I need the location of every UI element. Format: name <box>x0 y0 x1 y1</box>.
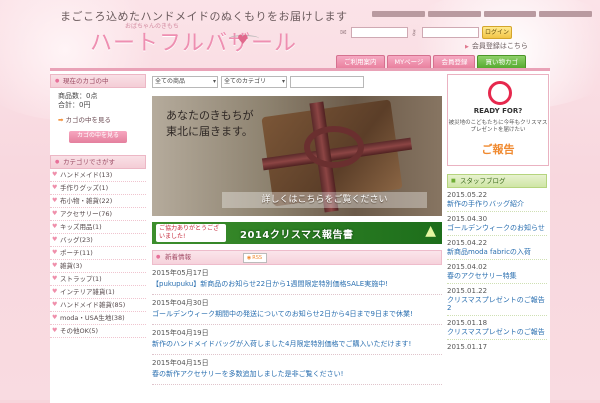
logo-subtitle: おばちゃんのきもち <box>125 23 179 30</box>
banner-title: 2014クリスマス報告書 <box>240 230 354 241</box>
news-list: 2015年05月17日 【pukupuku】新商品のお知らせ22日から1週間限定… <box>152 267 442 385</box>
logo-title: ハートフルバザール <box>90 31 298 56</box>
blog-link[interactable]: クリスマスプレゼントのご報告2 <box>447 296 547 316</box>
nav-cart[interactable]: 買い物カゴ <box>477 55 526 69</box>
banner-thanks: ご協力ありがとうございました! <box>156 224 226 242</box>
blog-date: 2015.04.02 <box>447 263 488 271</box>
hero-line1: あなたのきもちが <box>166 109 254 122</box>
site-tagline: まごころ込めたハンドメイドのぬくもりをお届けします <box>60 10 348 23</box>
main-content: 現在のカゴの中 商品数：0点 合計：0円 ➡カゴの中を見る カゴの中を見る カテ… <box>50 68 550 403</box>
blog-date: 2015.05.22 <box>447 191 488 199</box>
category-item[interactable]: 手作りグッズ(1) <box>50 182 146 195</box>
category-item[interactable]: ストラップ(1) <box>50 273 146 286</box>
nav-guide[interactable]: ご利用案内 <box>336 55 385 69</box>
readyfor-banner[interactable]: READY FOR? 被災地のこどもたちに今年もクリスマスプレゼントを届けたい … <box>447 74 549 166</box>
blog-link[interactable]: 春のアクセサリー特集 <box>447 272 547 284</box>
category-item[interactable]: 雑貨(3) <box>50 260 146 273</box>
center-column: 全ての商品 全てのカテゴリ あなたのきもちが 東北に届きます。 詳しくはこちらを… <box>152 76 442 387</box>
heart-icon: ♥ <box>237 33 249 48</box>
register-link[interactable]: 会員登録はこちら <box>465 41 528 51</box>
top-links[interactable] <box>372 11 592 17</box>
category-item[interactable]: ポーチ(11) <box>50 247 146 260</box>
site-logo[interactable]: おばちゃんのきもち ハートフルバザール ♥ <box>90 23 298 57</box>
category-item[interactable]: moda・USA生地(38) <box>50 312 146 325</box>
news-date: 2015年05月17日 <box>152 269 209 277</box>
login-form: ✉ ⚷ ログイン <box>340 26 512 39</box>
cart-count: 商品数：0点 <box>58 92 98 100</box>
key-icon: ⚷ <box>411 27 417 37</box>
news-title: 新着情報 <box>156 251 191 264</box>
news-date: 2015年04月19日 <box>152 329 209 337</box>
readyfor-desc: 被災地のこどもたちに今年もクリスマスプレゼントを届けたい <box>448 120 548 133</box>
category-heading: カテゴリでさがす <box>50 155 146 169</box>
email-input[interactable] <box>351 27 408 38</box>
global-nav: ご利用案内 MYページ 会員登録 買い物カゴ <box>336 55 526 69</box>
rss-button[interactable]: ◉RSS <box>243 253 267 263</box>
blog-date: 2015.01.18 <box>447 319 488 327</box>
category-item[interactable]: アクセサリー(76) <box>50 208 146 221</box>
blog-date: 2015.04.30 <box>447 215 488 223</box>
hero-line2: 東北に届きます。 <box>166 125 253 138</box>
category-item[interactable]: 布小物・雑貨(22) <box>50 195 146 208</box>
news-heading: 新着情報 ◉RSS <box>152 250 442 265</box>
cart-total: 合計：0円 <box>58 101 91 109</box>
right-sidebar: READY FOR? 被災地のこどもたちに今年もクリスマスプレゼントを届けたい … <box>447 74 549 352</box>
category-list: ハンドメイド(13) 手作りグッズ(1) 布小物・雑貨(22) アクセサリー(7… <box>50 169 146 338</box>
search-input[interactable] <box>290 76 364 88</box>
news-link[interactable]: ゴールデンウィーク期間中の発送についてのお知らせ2日から4日まで9日まで休業! <box>152 309 442 325</box>
product-select[interactable]: 全ての商品 <box>152 76 218 88</box>
blog-date: 2015.01.22 <box>447 287 488 295</box>
mail-icon: ✉ <box>340 27 347 37</box>
password-input[interactable] <box>422 27 479 38</box>
left-sidebar: 現在のカゴの中 商品数：0点 合計：0円 ➡カゴの中を見る カゴの中を見る カテ… <box>50 74 146 338</box>
ribbon-bow-image <box>304 126 364 168</box>
cart-view-link[interactable]: ➡ カゴの中を見る <box>58 116 138 125</box>
blog-link[interactable]: ゴールデンウィークのお知らせ <box>447 224 547 236</box>
hero-banner[interactable]: あなたのきもちが 東北に届きます。 詳しくはこちらをご覧ください <box>152 96 442 216</box>
news-date: 2015年04月15日 <box>152 359 209 367</box>
readyfor-title: READY FOR? <box>473 107 523 115</box>
readyfor-logo-icon <box>488 81 512 105</box>
blog-date: 2015.01.17 <box>447 343 488 351</box>
news-link[interactable]: 【pukupuku】新商品のお知らせ22日から1週間限定特別価格SALE実施中! <box>152 279 442 295</box>
news-date: 2015年04月30日 <box>152 299 209 307</box>
news-link[interactable]: 春の新作アクセサリーを多数追加しました是非ご覧ください! <box>152 369 442 385</box>
login-button[interactable]: ログイン <box>482 26 512 39</box>
blog-link[interactable]: 新作の手作りバッグ紹介 <box>447 200 547 212</box>
category-item[interactable]: ハンドメイド雑貨(85) <box>50 299 146 312</box>
arrow-icon: ➡ <box>58 116 64 124</box>
hero-cta[interactable]: 詳しくはこちらをご覧ください <box>222 192 427 208</box>
christmas-report-banner[interactable]: ご協力ありがとうございました! 2014クリスマス報告書 ▲ <box>152 222 442 244</box>
cart-heading: 現在のカゴの中 <box>50 74 146 88</box>
nav-register[interactable]: 会員登録 <box>433 55 476 69</box>
blog-link[interactable]: 新商品moda fabricの入荷 <box>447 248 547 260</box>
category-item[interactable]: その他OK(5) <box>50 325 146 338</box>
rss-icon: ◉ <box>246 255 252 261</box>
category-item[interactable]: ハンドメイド(13) <box>50 169 146 182</box>
category-item[interactable]: インテリア雑貨(1) <box>50 286 146 299</box>
blog-link[interactable]: クリスマスプレゼントのご報告 <box>447 328 547 340</box>
blog-heading: スタッフブログ <box>447 174 547 188</box>
readyfor-report: ご報告 <box>481 143 515 156</box>
category-select[interactable]: 全てのカテゴリ <box>221 76 287 88</box>
category-item[interactable]: バッグ(23) <box>50 234 146 247</box>
nav-mypage[interactable]: MYページ <box>386 55 432 69</box>
category-item[interactable]: キッズ用品(1) <box>50 221 146 234</box>
blog-list: 2015.05.22 新作の手作りバッグ紹介 2015.04.30 ゴールデンウ… <box>447 190 547 352</box>
tree-icon: ▲ <box>425 223 436 239</box>
cart-view-button[interactable]: カゴの中を見る <box>69 131 127 143</box>
cart-summary: 商品数：0点 合計：0円 ➡ カゴの中を見る カゴの中を見る <box>50 88 146 155</box>
search-bar: 全ての商品 全てのカテゴリ <box>152 76 442 88</box>
news-link[interactable]: 新作のハンドメイドバッグが入荷しました4月限定特別価格でご購入いただけます! <box>152 339 442 355</box>
blog-date: 2015.04.22 <box>447 239 488 247</box>
